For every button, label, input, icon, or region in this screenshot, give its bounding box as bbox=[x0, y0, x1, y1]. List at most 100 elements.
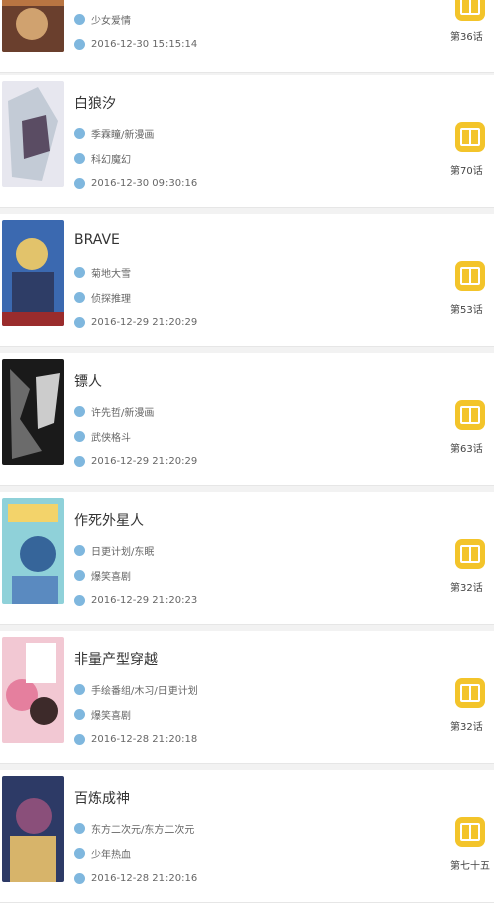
list-item[interactable]: 作死外星人 日更计划/东眠 爆笑喜剧 2016-12-29 21:20:23 第… bbox=[0, 492, 494, 625]
date-row: 2016-12-28 21:20:16 bbox=[74, 870, 197, 886]
tag-icon bbox=[74, 13, 85, 25]
genre-row: 少女爱情 bbox=[74, 11, 131, 27]
book-icon bbox=[460, 545, 480, 563]
date-text: 2016-12-29 21:20:29 bbox=[91, 316, 198, 328]
genre-text: 少年热血 bbox=[91, 849, 131, 861]
author-row: 日更计划/东眠 bbox=[74, 542, 154, 558]
genre-text: 武侠格斗 bbox=[91, 432, 131, 444]
list-item[interactable]: 非量产型穿越 手绘番组/木习/日更计划 爆笑喜剧 2016-12-28 21:2… bbox=[0, 631, 494, 764]
comic-title: 镖人 bbox=[74, 374, 102, 390]
cover-image bbox=[2, 220, 64, 326]
episode-label: 第53话 bbox=[450, 305, 483, 316]
comic-cover[interactable] bbox=[2, 81, 64, 187]
cover-image bbox=[2, 498, 64, 604]
cover-image bbox=[2, 637, 64, 743]
list-item[interactable]: 少女爱情 2016-12-30 15:15:14 第36话 bbox=[0, 0, 494, 73]
book-icon bbox=[460, 823, 480, 841]
genre-text: 科幻魔幻 bbox=[91, 154, 131, 166]
date-text: 2016-12-28 21:20:18 bbox=[91, 733, 198, 745]
author-row: 许先哲/新漫画 bbox=[74, 403, 154, 419]
tag-icon bbox=[74, 569, 85, 581]
read-button[interactable] bbox=[455, 261, 485, 291]
date-row: 2016-12-30 09:30:16 bbox=[74, 175, 197, 191]
cover-image bbox=[2, 0, 64, 52]
date-text: 2016-12-28 21:20:16 bbox=[91, 872, 198, 884]
comic-list: 少女爱情 2016-12-30 15:15:14 第36话 白狼汐 季霖瞳/新漫… bbox=[0, 0, 494, 903]
list-item[interactable]: 镖人 许先哲/新漫画 武侠格斗 2016-12-29 21:20:29 第63话 bbox=[0, 353, 494, 486]
episode-label: 第70话 bbox=[450, 166, 483, 177]
book-icon bbox=[460, 0, 480, 15]
comic-cover[interactable] bbox=[2, 637, 64, 743]
list-item[interactable]: 白狼汐 季霖瞳/新漫画 科幻魔幻 2016-12-30 09:30:16 第70… bbox=[0, 75, 494, 208]
author-text: 日更计划/东眠 bbox=[91, 546, 155, 558]
cover-image bbox=[2, 359, 64, 465]
tag-icon bbox=[74, 152, 85, 164]
author-row: 手绘番组/木习/日更计划 bbox=[74, 681, 198, 697]
genre-row: 少年热血 bbox=[74, 845, 131, 861]
book-icon bbox=[460, 128, 480, 146]
book-icon bbox=[460, 406, 480, 424]
tag-icon bbox=[74, 291, 85, 303]
genre-row: 爆笑喜剧 bbox=[74, 706, 131, 722]
read-button[interactable] bbox=[455, 400, 485, 430]
author-icon bbox=[74, 544, 85, 556]
comic-title: 非量产型穿越 bbox=[74, 652, 158, 668]
cover-image bbox=[2, 81, 64, 187]
comic-title: 作死外星人 bbox=[74, 513, 144, 529]
date-row: 2016-12-29 21:20:29 bbox=[74, 314, 197, 330]
tag-icon bbox=[74, 430, 85, 442]
date-text: 2016-12-30 09:30:16 bbox=[91, 177, 198, 189]
list-item[interactable]: 百炼成神 东方二次元/东方二次元 少年热血 2016-12-28 21:20:1… bbox=[0, 770, 494, 903]
date-text: 2016-12-29 21:20:29 bbox=[91, 455, 198, 467]
read-button[interactable] bbox=[455, 122, 485, 152]
comic-cover[interactable] bbox=[2, 776, 64, 882]
author-icon bbox=[74, 127, 85, 139]
clock-icon bbox=[74, 38, 85, 50]
clock-icon bbox=[74, 316, 85, 328]
clock-icon bbox=[74, 594, 85, 606]
date-text: 2016-12-29 21:20:23 bbox=[91, 594, 198, 606]
comic-cover[interactable] bbox=[2, 359, 64, 465]
author-row: 季霖瞳/新漫画 bbox=[74, 125, 154, 141]
author-icon bbox=[74, 822, 85, 834]
comic-title: 白狼汐 bbox=[74, 96, 116, 112]
comic-cover[interactable] bbox=[2, 0, 64, 52]
cover-image bbox=[2, 776, 64, 882]
comic-cover[interactable] bbox=[2, 220, 64, 326]
date-row: 2016-12-30 15:15:14 bbox=[74, 36, 197, 52]
read-button[interactable] bbox=[455, 678, 485, 708]
author-icon bbox=[74, 683, 85, 695]
tag-icon bbox=[74, 847, 85, 859]
author-text: 手绘番组/木习/日更计划 bbox=[91, 685, 198, 697]
book-icon bbox=[460, 267, 480, 285]
comic-title: 百炼成神 bbox=[74, 791, 130, 807]
genre-text: 爆笑喜剧 bbox=[91, 571, 131, 583]
genre-row: 武侠格斗 bbox=[74, 428, 131, 444]
clock-icon bbox=[74, 733, 85, 745]
episode-label: 第32话 bbox=[450, 583, 483, 594]
episode-label: 第七十五 bbox=[450, 861, 490, 872]
book-icon bbox=[460, 684, 480, 702]
comic-cover[interactable] bbox=[2, 498, 64, 604]
list-item[interactable]: BRAVE 菊地大雪 侦探推理 2016-12-29 21:20:29 第53话 bbox=[0, 214, 494, 347]
author-text: 菊地大雪 bbox=[91, 268, 131, 280]
read-button[interactable] bbox=[455, 817, 485, 847]
read-button[interactable] bbox=[455, 0, 485, 21]
genre-row: 科幻魔幻 bbox=[74, 150, 131, 166]
read-button[interactable] bbox=[455, 539, 485, 569]
episode-label: 第36话 bbox=[450, 32, 483, 43]
genre-text: 侦探推理 bbox=[91, 293, 131, 305]
comic-title: BRAVE bbox=[74, 232, 120, 248]
date-text: 2016-12-30 15:15:14 bbox=[91, 38, 198, 50]
tag-icon bbox=[74, 708, 85, 720]
date-row: 2016-12-29 21:20:23 bbox=[74, 592, 197, 608]
author-row: 菊地大雪 bbox=[74, 264, 131, 280]
genre-text: 爆笑喜剧 bbox=[91, 710, 131, 722]
author-icon bbox=[74, 266, 85, 278]
date-row: 2016-12-29 21:20:29 bbox=[74, 453, 197, 469]
author-text: 季霖瞳/新漫画 bbox=[91, 129, 155, 141]
author-row: 东方二次元/东方二次元 bbox=[74, 820, 194, 836]
episode-label: 第32话 bbox=[450, 722, 483, 733]
author-text: 许先哲/新漫画 bbox=[91, 407, 155, 419]
date-row: 2016-12-28 21:20:18 bbox=[74, 731, 197, 747]
